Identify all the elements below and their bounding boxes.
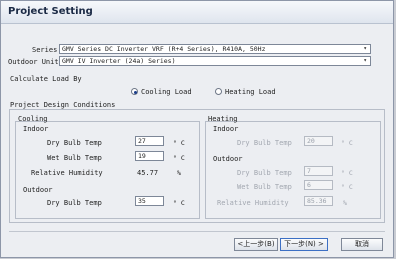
chevron-down-icon: ▾ [363,45,367,52]
next-button[interactable]: 下一步(N) > [280,238,328,251]
heating-outdoor-wet-bulb-input[interactable]: 6 [304,180,333,190]
cooling-indoor-wet-bulb-input[interactable]: 19 [135,151,164,161]
series-select[interactable]: GMV Series DC Inverter VRF (R+4 Series),… [59,44,371,54]
cooling-indoor-wet-bulb-label: Wet Bulb Temp [47,154,102,162]
window-title: Project Setting [8,6,93,17]
heating-indoor-dry-bulb-input[interactable]: 20 [304,136,333,146]
cooling-indoor-humidity-unit: % [177,169,181,177]
outdoor-unit-value: GMV IV Inverter (24a) Series) [62,57,176,65]
cooling-load-radio[interactable] [131,88,138,95]
heating-outdoor-dry-bulb-input[interactable]: 7 [304,166,333,176]
heating-outdoor-wet-bulb-unit: ° C [341,183,353,191]
outdoor-unit-select[interactable]: GMV IV Inverter (24a) Series) ▾ [59,56,371,66]
calculate-load-label: Calculate Load By [10,75,82,83]
heating-load-label: Heating Load [225,88,276,96]
cooling-indoor-dry-bulb-unit: ° C [173,139,185,147]
cooling-load-label: Cooling Load [141,88,192,96]
heating-outdoor-title: Outdoor [213,155,243,163]
heating-title: Heating [208,115,238,123]
heating-outdoor-humidity-input[interactable]: 85.36 [304,196,333,206]
heating-indoor-title: Indoor [213,125,239,133]
conditions-title: Project Design Conditions [10,101,116,109]
title-bar: Project Setting [1,1,393,24]
chevron-down-icon: ▾ [363,57,367,64]
cooling-outdoor-dry-bulb-label: Dry Bulb Temp [47,199,102,207]
cooling-outdoor-title: Outdoor [23,186,53,194]
cancel-button[interactable]: 取消 [341,238,383,251]
heating-indoor-dry-bulb-label: Dry Bulb Temp [237,139,292,147]
cooling-indoor-title: Indoor [23,125,49,133]
back-button[interactable]: <上一步(B) [234,238,278,251]
project-setting-window: Project Setting Series GMV Series DC Inv… [0,0,394,258]
series-label: Series [32,46,58,54]
cooling-outdoor-dry-bulb-unit: ° C [173,199,185,207]
heating-outdoor-wet-bulb-label: Wet Bulb Temp [237,183,292,191]
cooling-indoor-humidity-value: 45.77 [137,169,159,177]
outdoor-unit-label: Outdoor Unit [8,58,59,66]
heating-outdoor-humidity-label: Relative Humidity [217,199,289,207]
cooling-indoor-wet-bulb-unit: ° C [173,154,185,162]
heating-load-radio[interactable] [215,88,222,95]
cooling-indoor-dry-bulb-label: Dry Bulb Temp [47,139,102,147]
footer-divider [9,231,385,232]
heating-outdoor-dry-bulb-label: Dry Bulb Temp [237,169,292,177]
heating-outdoor-humidity-unit: % [343,199,347,207]
cooling-indoor-humidity-label: Relative Humidity [31,169,103,177]
heating-indoor-dry-bulb-unit: ° C [341,139,353,147]
heating-outdoor-dry-bulb-unit: ° C [341,169,353,177]
cooling-indoor-dry-bulb-input[interactable]: 27 [135,136,164,146]
series-value: GMV Series DC Inverter VRF (R+4 Series),… [62,45,266,53]
cooling-title: Cooling [18,115,48,123]
cooling-outdoor-dry-bulb-input[interactable]: 35 [135,196,164,206]
